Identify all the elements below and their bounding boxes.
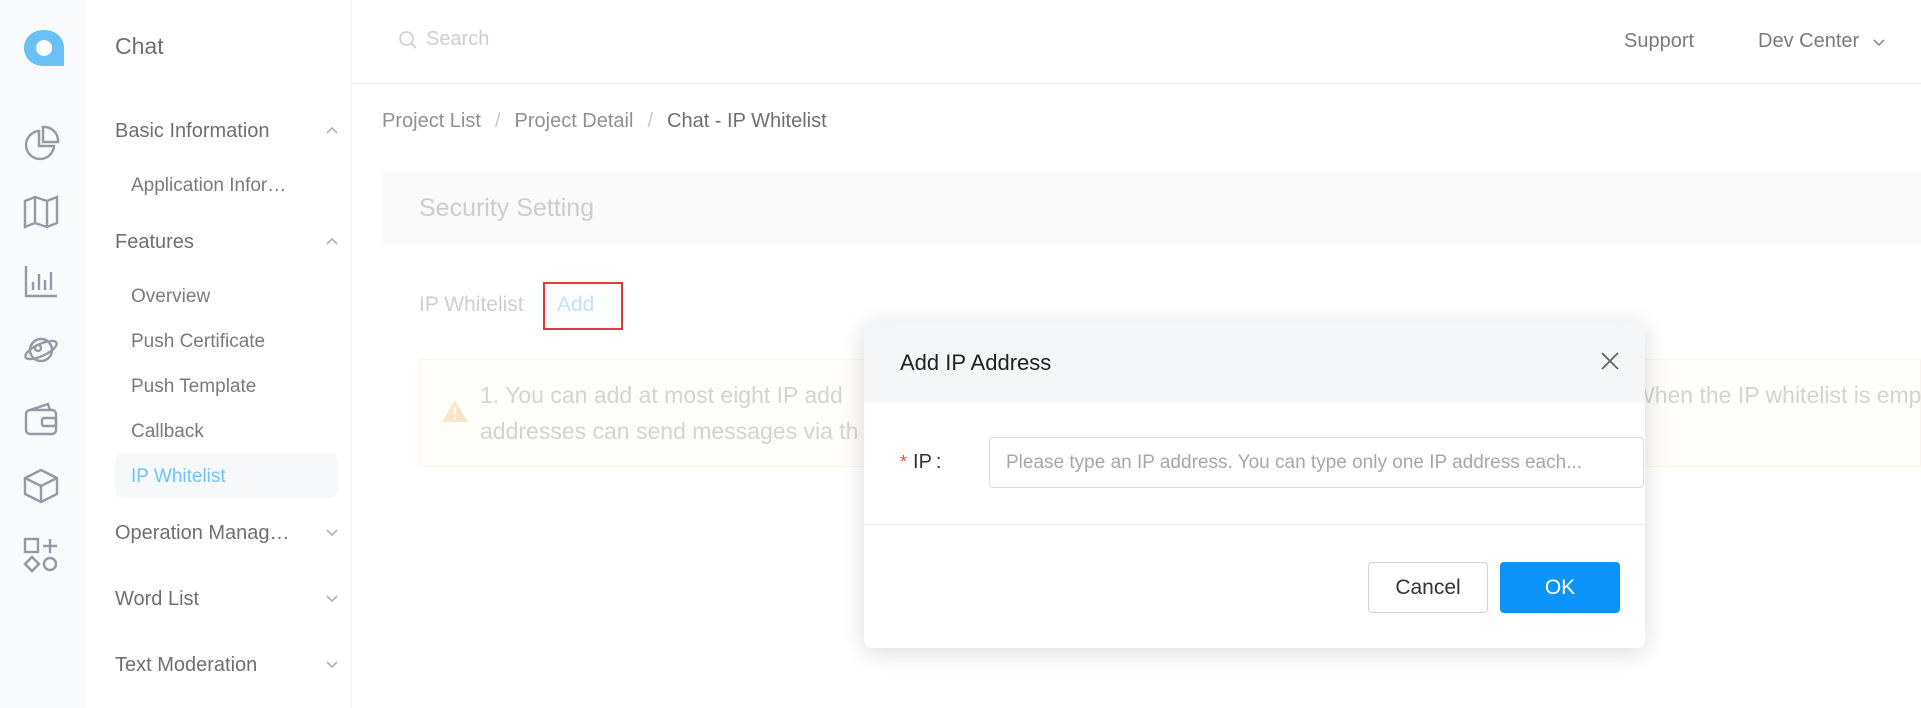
close-icon[interactable] <box>1599 350 1621 372</box>
add-ip-dialog: Add IP Address * IP : Cancel OK <box>864 322 1645 648</box>
ok-button[interactable]: OK <box>1500 562 1620 613</box>
highlight-box <box>543 282 623 330</box>
cancel-button[interactable]: Cancel <box>1368 562 1488 613</box>
ip-label: IP <box>913 451 932 473</box>
ip-form-row: * IP : <box>900 437 1644 488</box>
required-mark: * <box>900 452 908 472</box>
ip-label-colon: : <box>935 451 942 473</box>
dialog-title: Add IP Address <box>900 350 1052 375</box>
ip-address-input[interactable] <box>989 437 1644 488</box>
dialog-divider <box>864 524 1645 525</box>
dialog-header: Add IP Address <box>864 322 1645 402</box>
